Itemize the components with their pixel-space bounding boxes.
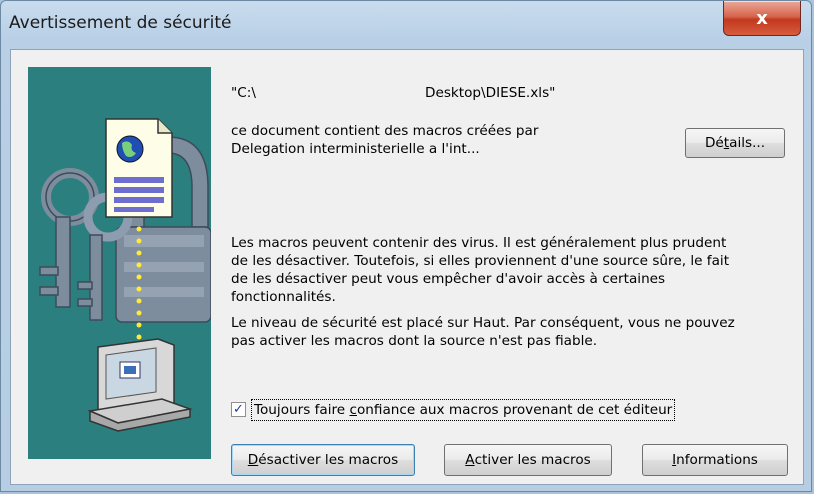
info-label-post: nformations — [676, 452, 758, 468]
macro-creator-name: Delegation interministerielle a l'int... — [231, 141, 480, 157]
disable-macros-button[interactable]: Désactiver les macros — [231, 444, 415, 476]
informations-button[interactable]: Informations — [642, 444, 788, 476]
macro-creator-line: ce document contient des macros créées p… — [231, 123, 539, 139]
close-icon: x — [756, 7, 768, 29]
title-bar[interactable]: Avertissement de sécurité x — [1, 1, 811, 51]
security-lock-computer-illustration — [39, 118, 211, 432]
enable-label-post: ctiver les macros — [474, 452, 591, 468]
close-button[interactable]: x — [723, 1, 801, 36]
trust-publisher-label[interactable]: Toujours faire confiance aux macros prov… — [251, 399, 676, 421]
virus-warning-line-3: de les désactiver peut vous empêcher d'a… — [231, 271, 666, 287]
file-path-end: Desktop\DIESE.xls" — [425, 85, 556, 101]
security-level-line-1: Le niveau de sécurité est placé sur Haut… — [231, 315, 735, 331]
security-level-line-2: pas activer les macros dont la source n'… — [231, 333, 598, 349]
disable-label-accel: D — [247, 452, 259, 468]
security-warning-dialog: Avertissement de sécurité x "C:\ Desktop… — [0, 0, 812, 492]
virus-warning-line-2: de les désactiver. Toutefois, si elles p… — [231, 253, 730, 269]
document-icon — [105, 118, 173, 218]
trust-label-post: onfiance aux macros provenant de cet édi… — [356, 402, 673, 418]
dialog-body: "C:\ Desktop\DIESE.xls" ce document cont… — [10, 49, 804, 485]
disable-label-post: ésactiver les macros — [258, 452, 399, 468]
details-label-pre: Dé — [704, 135, 724, 151]
enable-macros-button[interactable]: Activer les macros — [444, 444, 612, 476]
security-illustration — [28, 67, 211, 459]
virus-warning-line-1: Les macros peuvent contenir des virus. I… — [231, 235, 727, 251]
file-path-start: "C:\ — [231, 85, 256, 101]
details-label-post: ails... — [729, 135, 766, 151]
trust-publisher-checkbox[interactable]: ✓ — [231, 402, 246, 417]
virus-warning-line-4: fonctionnalités. — [231, 289, 336, 305]
trust-label-pre: Toujours faire — [254, 402, 350, 418]
details-button[interactable]: Dé t ails... — [685, 128, 785, 158]
checkmark-icon: ✓ — [233, 402, 244, 417]
computer-icon — [87, 338, 193, 432]
trust-label-accel: c — [349, 402, 357, 418]
window-title: Avertissement de sécurité — [9, 13, 232, 33]
enable-label-accel: A — [465, 452, 475, 468]
